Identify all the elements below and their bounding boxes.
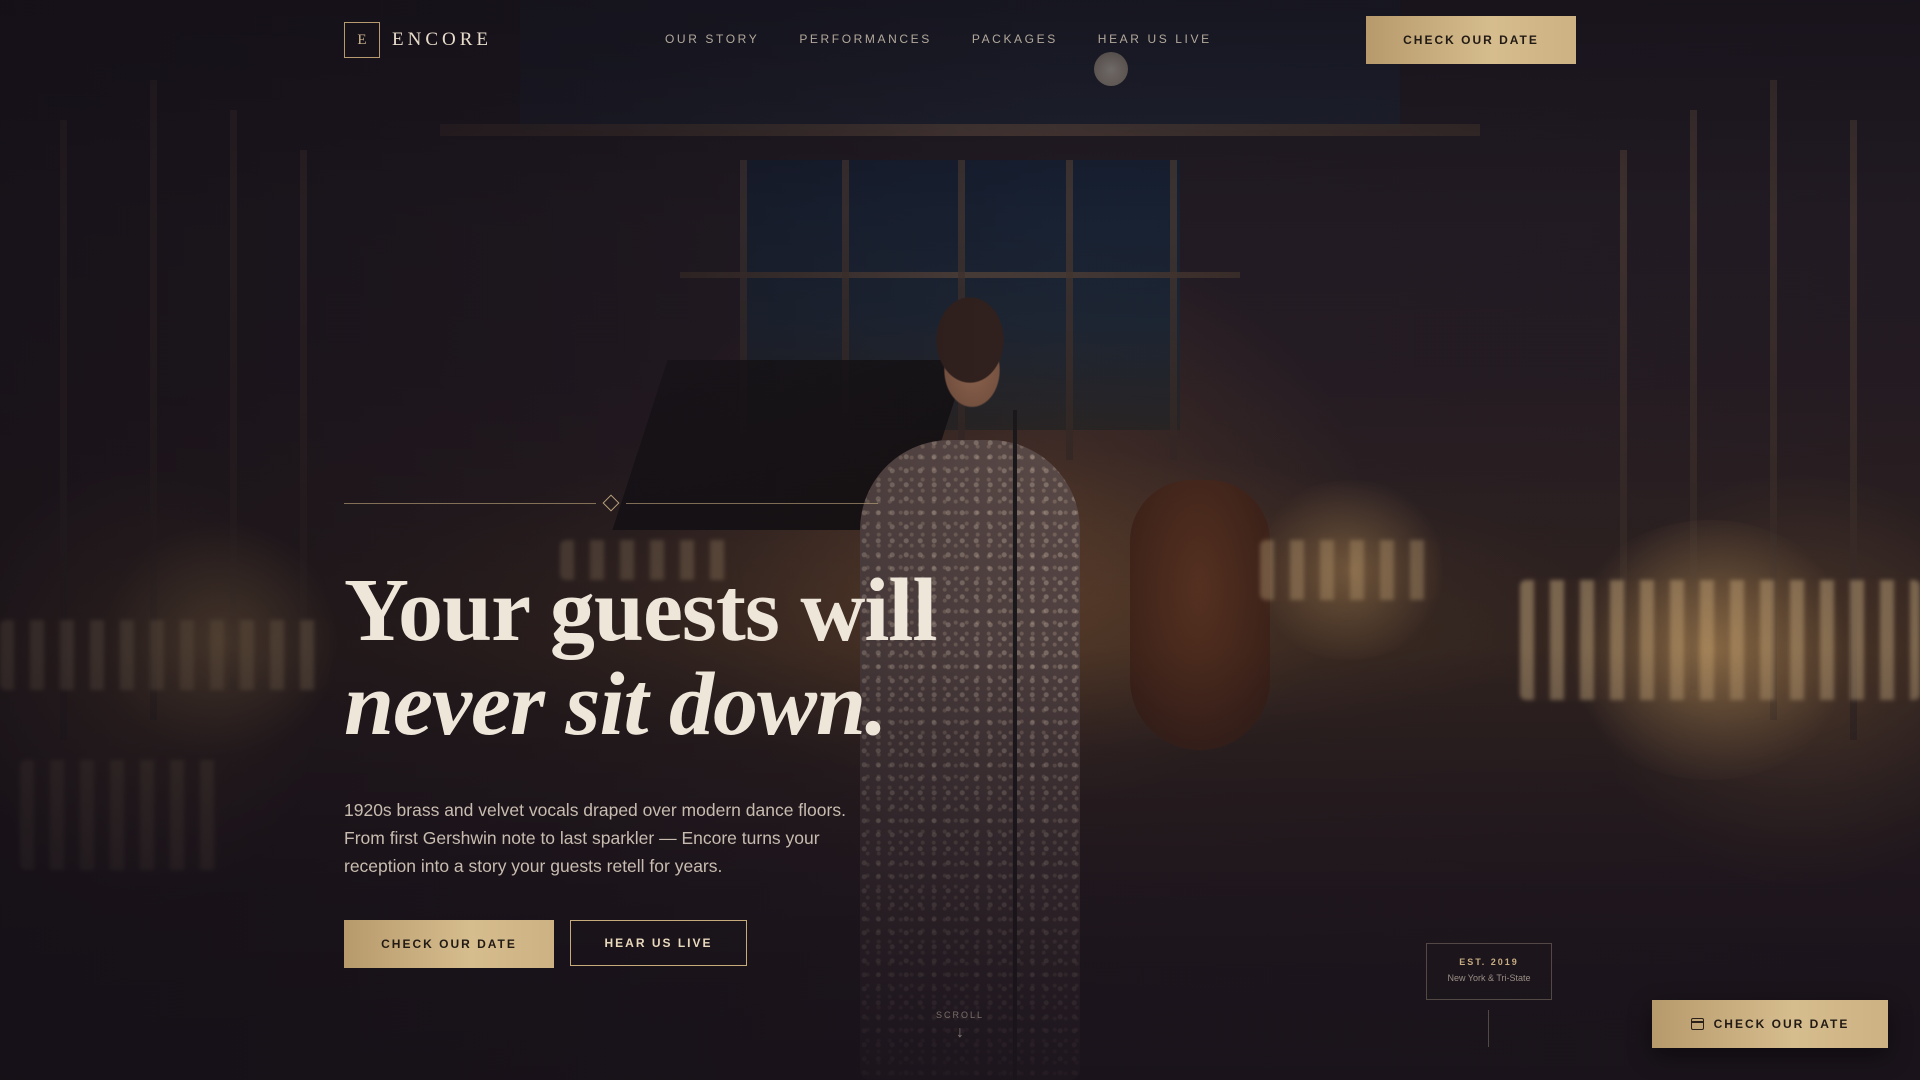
logo[interactable]: E ENCORE <box>344 22 492 58</box>
hero-background-photo <box>0 0 1920 1080</box>
arrow-down-icon: ↓ <box>956 1024 964 1041</box>
calendar-icon <box>1690 1018 1704 1030</box>
nav-link-performances[interactable]: PERFORMANCES <box>799 32 932 46</box>
established-year: EST. 2019 <box>1459 957 1519 967</box>
hero-ornament-divider <box>344 494 884 512</box>
site-header: E ENCORE OUR STORY PERFORMANCES PACKAGES… <box>0 0 1920 80</box>
header-check-date-button[interactable]: CHECK OUR DATE <box>1366 16 1576 64</box>
logo-mark: E <box>344 22 380 58</box>
main-nav: OUR STORY PERFORMANCES PACKAGES HEAR US … <box>665 32 1212 46</box>
scroll-indicator[interactable]: SCROLL ↓ <box>935 1010 985 1042</box>
logo-wordmark: ENCORE <box>392 29 492 50</box>
floating-check-date-button[interactable]: CHECK OUR DATE <box>1652 1000 1888 1048</box>
floating-cta-label: CHECK OUR DATE <box>1713 1017 1850 1031</box>
hero-headline: Your guests will never sit down. <box>344 561 937 754</box>
nav-link-hear-us-live[interactable]: HEAR US LIVE <box>1098 32 1212 46</box>
scroll-label: SCROLL <box>935 1010 984 1020</box>
service-area: New York & Tri-State <box>1447 973 1531 983</box>
hero-hear-us-live-button[interactable]: HEAR US LIVE <box>570 920 747 966</box>
hero-check-date-button[interactable]: CHECK OUR DATE <box>344 920 554 968</box>
diamond-icon <box>602 494 620 512</box>
established-badge: EST. 2019 New York & Tri-State <box>1426 943 1552 1000</box>
headline-line-2: never sit down. <box>344 655 888 754</box>
badge-connector-line <box>1488 1010 1489 1047</box>
nav-link-our-story[interactable]: OUR STORY <box>665 32 759 46</box>
hero-description: 1920s brass and velvet vocals draped ove… <box>344 800 846 876</box>
nav-link-packages[interactable]: PACKAGES <box>972 32 1058 46</box>
headline-line-1: Your guests will <box>344 561 937 660</box>
